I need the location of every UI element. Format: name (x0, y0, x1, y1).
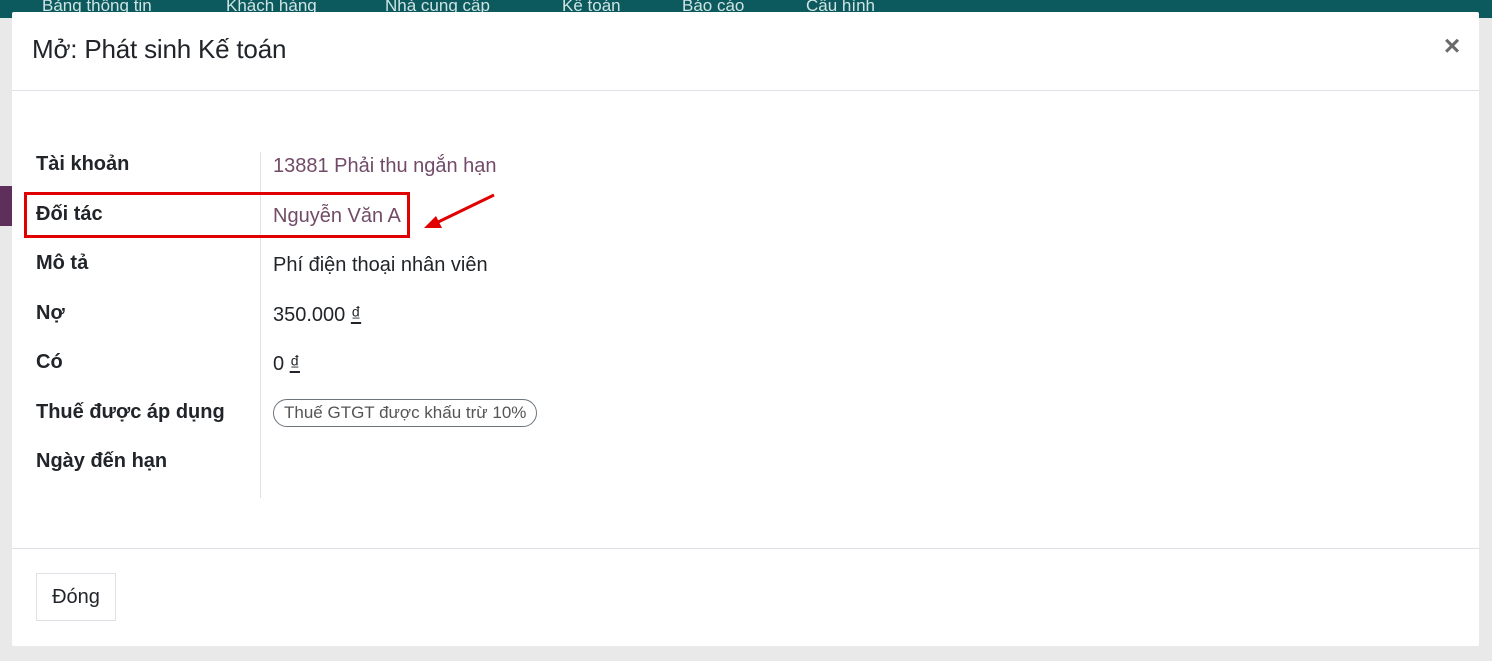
close-button[interactable]: Đóng (36, 573, 116, 621)
field-row-description: Mô tả Phí điện thoại nhân viên (12, 252, 1479, 292)
tax-tag: Thuế GTGT được khấu trừ 10% (273, 399, 538, 427)
field-row-credit: Có 0 ₫ (12, 351, 1479, 391)
currency-symbol: ₫ (350, 304, 362, 326)
credit-label: Có (36, 351, 63, 373)
field-row-partner: Đối tác Nguyễn Văn A (12, 203, 1479, 243)
dialog-footer: Đóng (12, 548, 1479, 647)
dialog-title: Mở: Phát sinh Kế toán (32, 34, 287, 64)
debit-label: Nợ (36, 302, 65, 324)
field-row-account: Tài khoản 13881 Phải thu ngắn hạn (12, 153, 1479, 193)
field-row-debit: Nợ 350.000 ₫ (12, 302, 1479, 342)
partner-label: Đối tác (36, 203, 103, 225)
description-label: Mô tả (36, 252, 89, 274)
field-row-taxes: Thuế được áp dụng Thuế GTGT được khấu tr… (12, 399, 1479, 441)
partner-link[interactable]: Nguyễn Văn A (273, 205, 401, 228)
close-icon[interactable]: × (1440, 32, 1464, 60)
credit-amount: 0 (273, 353, 285, 375)
credit-value: 0 ₫ (273, 353, 300, 376)
due-date-label: Ngày đến hạn (36, 450, 168, 472)
field-row-due-date: Ngày đến hạn (12, 450, 1479, 490)
debit-value: 350.000 ₫ (273, 304, 361, 327)
dialog-header: Mở: Phát sinh Kế toán × (12, 12, 1479, 91)
description-value: Phí điện thoại nhân viên (273, 254, 488, 276)
currency-symbol: ₫ (289, 353, 300, 375)
account-label: Tài khoản (36, 153, 130, 175)
account-link[interactable]: 13881 Phải thu ngắn hạn (273, 155, 497, 178)
background-accent (0, 186, 12, 226)
journal-item-dialog: Mở: Phát sinh Kế toán × Tài khoản 13881 … (12, 12, 1479, 646)
debit-amount: 350.000 (273, 304, 346, 326)
taxes-label: Thuế được áp dụng (36, 401, 225, 423)
